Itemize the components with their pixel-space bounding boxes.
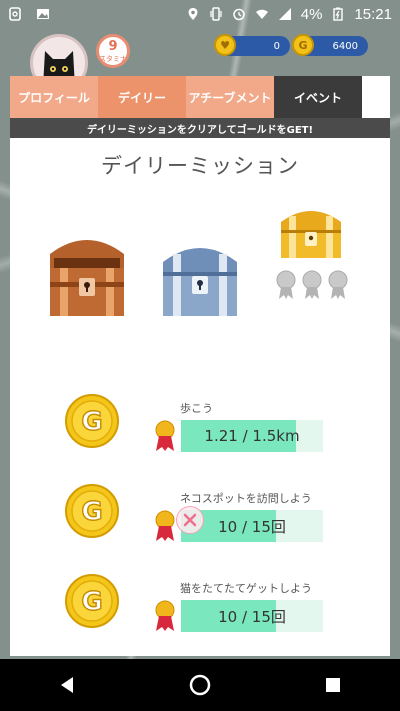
mission-item-walk: G 歩こう 1.21 / 1.5km <box>10 386 390 476</box>
stamina-badge[interactable]: 9 スタミナ <box>96 34 130 68</box>
svg-text:G: G <box>81 407 102 437</box>
close-button[interactable] <box>176 506 204 534</box>
page-title: デイリーミッション <box>101 154 299 178</box>
back-button[interactable] <box>47 665 87 705</box>
gold-coin-icon: G <box>65 574 119 628</box>
gold-coin-icon: G <box>65 484 119 538</box>
image-notification-icon <box>37 9 49 19</box>
status-bar: 4% 15:21 <box>0 0 400 28</box>
mission-progress-bar: 10 / 15回 <box>181 600 323 632</box>
tab-event[interactable]: イベント <box>274 76 362 118</box>
signal-icon <box>278 8 291 20</box>
gold-coin-icon: G <box>65 394 119 448</box>
mission-label: 猫をたてたてゲットしよう <box>180 582 312 595</box>
system-nav-bar <box>0 659 400 711</box>
medal-icon <box>155 600 175 631</box>
battery-percent: 4% <box>300 5 323 23</box>
svg-text:G: G <box>81 587 102 617</box>
mission-progress-text: 1.21 / 1.5km <box>204 427 300 445</box>
tab-profile[interactable]: プロフィール <box>10 76 98 118</box>
home-button[interactable] <box>180 665 220 705</box>
reward-chests <box>10 180 390 330</box>
currency-1-value: 0 <box>273 40 280 52</box>
currency-gold-value: 6400 <box>332 40 358 52</box>
mission-label: 歩こう <box>180 402 213 415</box>
location-icon <box>188 8 198 20</box>
tab-daily[interactable]: デイリー <box>98 76 186 118</box>
tab-bar: プロフィール デイリー アチーブメント イベント <box>10 76 390 118</box>
mission-panel: プロフィール デイリー アチーブメント イベント デイリーミッションをクリアして… <box>10 76 390 656</box>
heart-coin-icon: ♥ <box>214 34 236 56</box>
svg-text:G: G <box>81 497 102 527</box>
close-icon <box>183 513 197 527</box>
bronze-chest-icon[interactable] <box>46 232 128 318</box>
home-icon <box>189 674 211 696</box>
clock: 15:21 <box>354 5 392 23</box>
stamina-value: 9 <box>108 39 118 54</box>
tab-achievement[interactable]: アチーブメント <box>186 76 274 118</box>
tab-spacer <box>362 76 390 118</box>
gold-chest-icon[interactable] <box>278 202 344 260</box>
vibrate-icon <box>210 7 222 21</box>
silver-medal-icon <box>302 270 322 299</box>
medal-icon <box>155 420 175 451</box>
recent-apps-icon <box>326 678 341 692</box>
game-header: 9 スタミナ ♥ 0 G 6400 <box>0 28 400 92</box>
medal-icon <box>155 510 175 541</box>
wifi-icon <box>255 9 268 19</box>
battery-icon <box>333 7 344 21</box>
silver-medal-icon <box>328 270 348 299</box>
mission-progress-bar: 1.21 / 1.5km <box>181 420 323 452</box>
mission-banner: デイリーミッションをクリアしてゴールドをGET! <box>10 118 390 138</box>
gold-coin-icon: G <box>292 34 314 56</box>
silver-medal-row <box>275 270 349 300</box>
mission-progress-text: 10 / 15回 <box>218 607 286 626</box>
back-icon <box>60 677 73 693</box>
screen: 4% 15:21 9 スタミナ ♥ 0 G 6400 プロフィール デイリー ア… <box>0 0 400 711</box>
mission-label: ネコスポットを訪問しよう <box>180 492 312 505</box>
app-notification-icon <box>9 7 21 21</box>
stamina-label: スタミナ <box>99 55 127 63</box>
silver-chest-icon[interactable] <box>159 232 241 318</box>
currency-1[interactable]: ♥ 0 <box>214 34 290 56</box>
mission-item-get-cats: G 猫をたてたてゲットしよう 10 / 15回 <box>10 566 390 656</box>
silver-medal-icon <box>276 270 296 299</box>
alarm-icon <box>233 8 245 21</box>
currency-gold[interactable]: G 6400 <box>292 34 368 56</box>
recent-apps-button[interactable] <box>313 665 353 705</box>
